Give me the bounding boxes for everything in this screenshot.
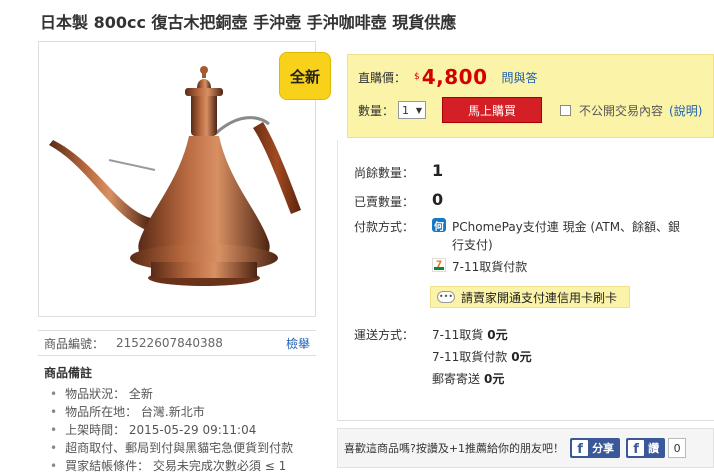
facebook-share-label: 分享 <box>592 442 615 455</box>
credit-card-notice[interactable]: ••• 請賣家開通支付連信用卡刷卡 <box>430 286 630 308</box>
qa-link[interactable]: 問與答 <box>502 69 538 86</box>
private-checkbox[interactable] <box>560 104 572 116</box>
condition-badge: 全新 <box>279 52 331 100</box>
note-condition: 物品狀況： 全新 <box>50 385 324 403</box>
copper-kettle-image <box>49 66 301 286</box>
payment-option-pchome: 何 PChomePay支付連 現金 (ATM、餘額、銀行支付) <box>432 218 692 254</box>
currency-symbol: $ <box>414 72 420 82</box>
column-divider <box>337 140 338 420</box>
pchomepay-icon: 何 <box>432 218 446 233</box>
shipping-amount: 0元 <box>511 350 532 364</box>
payment-label: 付款方式： <box>354 220 415 234</box>
payment-option-711: 7 7-11取貨付款 <box>432 258 527 275</box>
seven-eleven-text: 7-11取貨付款 <box>452 260 528 274</box>
notes-list: 物品狀況： 全新 物品所在地： 台灣.新北市 上架時間： 2015-05-29 … <box>44 385 324 472</box>
note-listed-time: 上架時間： 2015-05-29 09:11:04 <box>50 421 324 439</box>
notice-text: 請賣家開通支付連信用卡刷卡 <box>461 290 618 305</box>
product-code-value: 21522607840388 <box>116 336 223 350</box>
facebook-icon: f <box>628 440 645 456</box>
quantity-select[interactable]: 1 ▼ <box>398 101 427 119</box>
explain-link[interactable]: (說明) <box>669 102 702 119</box>
like-count: 0 <box>668 438 687 458</box>
note-location: 物品所在地： 台灣.新北市 <box>50 403 324 421</box>
shipping-option: 7-11取貨 0元 <box>432 326 508 343</box>
note-delivery: 超商取付、郵局到付與黑貓宅急便貨到付款 <box>50 439 324 457</box>
shipping-option: 郵寄寄送 0元 <box>432 370 504 387</box>
quantity-label: 數量： <box>358 103 395 118</box>
notes-heading: 商品備註 <box>44 366 93 380</box>
remaining-value: 1 <box>432 161 444 180</box>
remaining-row: 尚餘數量： 1 <box>354 161 443 181</box>
product-code-row: 商品編號： 21522607840388 檢舉 <box>38 330 316 356</box>
section-divider <box>337 420 714 421</box>
shipping-amount: 0元 <box>487 328 508 342</box>
shipping-name: 7-11取貨 <box>432 328 484 342</box>
buy-now-button[interactable]: 馬上購買 <box>442 97 543 123</box>
quantity-row: 數量： 1 ▼ 馬上購買 不公開交易內容 (說明) <box>358 97 702 123</box>
purchase-box: 直購價： $ 4,800 問與答 數量： 1 ▼ 馬上購買 不公開交易內容 (說… <box>347 54 714 138</box>
product-code-label: 商品編號： <box>44 336 105 351</box>
share-bar: 喜歡這商品嗎?按讚及+1推薦給你的朋友吧！ f 分享 f 讚 0 <box>337 428 714 468</box>
shipping-label: 運送方式： <box>354 328 415 342</box>
sold-row: 已賣數量： 0 <box>354 190 443 210</box>
product-image[interactable] <box>38 41 316 317</box>
pchomepay-text: PChomePay支付連 現金 (ATM、餘額、銀行支付) <box>452 220 681 252</box>
private-label: 不公開交易內容 <box>579 103 664 118</box>
price-label: 直購價： <box>358 70 407 85</box>
price-row: 直購價： $ 4,800 問與答 <box>358 65 538 89</box>
sold-value: 0 <box>432 190 444 209</box>
facebook-icon: f <box>572 440 589 456</box>
page-title: 日本製 800cc 復古木把銅壺 手沖壺 手沖咖啡壺 現貨供應 <box>40 13 457 32</box>
share-text: 喜歡這商品嗎?按讚及+1推薦給你的朋友吧！ <box>344 442 565 455</box>
chevron-down-icon: ▼ <box>415 105 423 115</box>
quantity-value: 1 <box>402 103 410 117</box>
sold-label: 已賣數量： <box>354 195 415 209</box>
product-notes: 商品備註 物品狀況： 全新 物品所在地： 台灣.新北市 上架時間： 2015-0… <box>44 364 324 472</box>
shipping-amount: 0元 <box>484 372 505 386</box>
price-value: 4,800 <box>421 65 488 89</box>
facebook-like-label: 讚 <box>648 442 660 455</box>
report-link[interactable]: 檢舉 <box>286 335 310 352</box>
facebook-like-button[interactable]: f 讚 <box>626 438 666 458</box>
shipping-option: 7-11取貨付款 0元 <box>432 348 532 365</box>
chat-bubble-icon: ••• <box>437 291 455 303</box>
seven-eleven-icon: 7 <box>432 258 446 272</box>
note-buyer-condition: 買家結帳條件： 交易未完成次數必須 ≤ 1 <box>50 457 324 472</box>
shipping-name: 郵寄寄送 <box>432 372 481 386</box>
facebook-share-button[interactable]: f 分享 <box>570 438 621 458</box>
remaining-label: 尚餘數量： <box>354 166 415 180</box>
shipping-name: 7-11取貨付款 <box>432 350 508 364</box>
